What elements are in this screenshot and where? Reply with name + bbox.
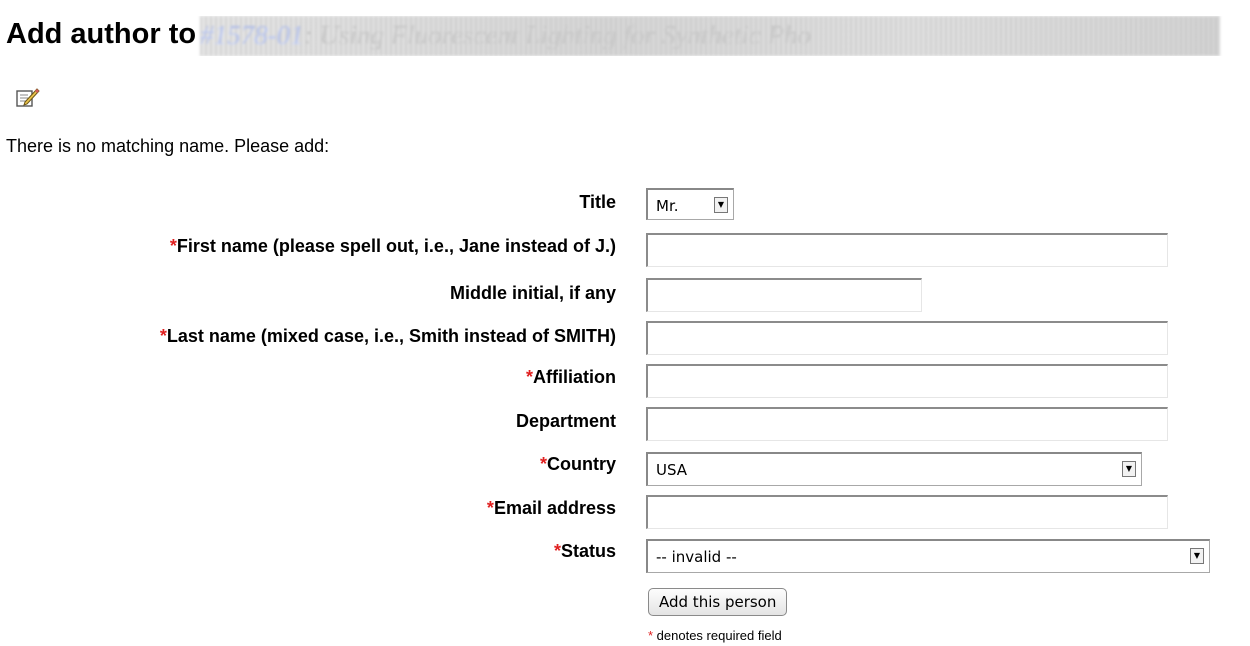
heading-prefix: Add author to <box>6 18 197 50</box>
blurred-paper-title: #1578-01: Using Fluorescent Lighting for… <box>200 16 1221 56</box>
first-name-field[interactable] <box>646 233 1168 267</box>
email-field[interactable] <box>646 495 1168 529</box>
middle-initial-field[interactable] <box>646 278 922 312</box>
first-name-label: *First name (please spell out, i.e., Jan… <box>169 236 616 256</box>
title-label: Title <box>579 192 616 212</box>
page-heading: Add author to #1578-01: Using Fluorescent… <box>6 16 1250 56</box>
status-select[interactable]: -- invalid -- ▼ <box>646 539 1210 573</box>
chevron-down-icon: ▼ <box>1190 548 1204 564</box>
chevron-down-icon: ▼ <box>714 197 728 213</box>
title-select[interactable]: Mr. ▼ <box>646 188 734 220</box>
required-footnote: * denotes required field <box>648 628 782 643</box>
affiliation-label: *Affiliation <box>525 367 616 387</box>
last-name-label: *Last name (mixed case, i.e., Smith inst… <box>159 326 616 346</box>
country-label: *Country <box>539 454 616 474</box>
department-field[interactable] <box>646 407 1168 441</box>
intro-text: There is no matching name. Please add: <box>6 136 330 156</box>
add-person-button[interactable]: Add this person <box>648 588 788 616</box>
email-label: *Email address <box>486 498 616 518</box>
department-label: Department <box>515 411 616 431</box>
chevron-down-icon: ▼ <box>1122 461 1136 477</box>
affiliation-field[interactable] <box>646 364 1168 398</box>
country-select[interactable]: USA ▼ <box>646 452 1142 486</box>
middle-initial-label: Middle initial, if any <box>449 283 616 303</box>
status-label: *Status <box>553 541 616 561</box>
last-name-field[interactable] <box>646 321 1168 355</box>
edit-note-icon[interactable] <box>16 86 40 108</box>
